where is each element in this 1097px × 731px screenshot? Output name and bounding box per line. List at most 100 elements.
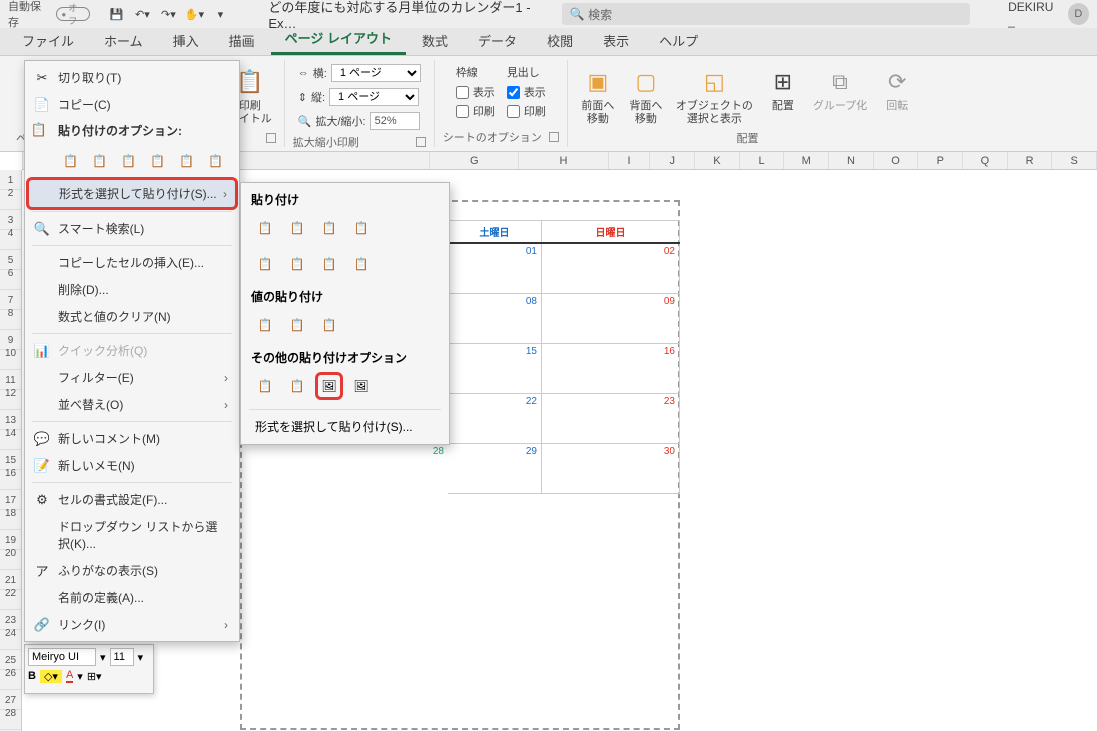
ps-paste-all[interactable]: 📋	[251, 214, 279, 242]
ps-values[interactable]: 📋	[251, 311, 279, 339]
paste-opt-link[interactable]: 📋	[203, 147, 228, 175]
group-button[interactable]: ⧉グループ化	[809, 64, 871, 115]
cm-clear[interactable]: 数式と値のクリア(N)	[28, 303, 236, 330]
tab-view[interactable]: 表示	[589, 26, 643, 55]
ps-other-formatting[interactable]: 📋	[251, 372, 279, 400]
cm-define-name[interactable]: 名前の定義(A)...	[28, 584, 236, 611]
tab-formulas[interactable]: 数式	[408, 26, 462, 55]
qat-more-icon[interactable]: ▾	[210, 4, 230, 24]
mini-font-color-button[interactable]: A	[66, 669, 73, 683]
ps-paste-fx-fmt[interactable]: 📋	[315, 214, 343, 242]
scale-dialog-launcher[interactable]	[416, 137, 426, 147]
page-setup-dialog-launcher[interactable]	[266, 133, 276, 143]
copy-icon: 📄	[34, 97, 50, 113]
chevron-right-icon: ›	[223, 187, 227, 201]
ps-values-label: 値の貼り付け	[245, 284, 445, 309]
cm-cut[interactable]: ✂切り取り(T)	[28, 64, 236, 91]
tab-help[interactable]: ヘルプ	[645, 26, 712, 55]
mini-border-button[interactable]: ⊞▾	[87, 670, 102, 683]
gridlines-view-checkbox[interactable]: 表示	[456, 84, 495, 100]
paste-opt-formulas[interactable]: 📋	[116, 147, 141, 175]
paste-opt-all[interactable]: 📋	[58, 147, 83, 175]
mini-fill-color-button[interactable]: ◇▾	[40, 670, 62, 683]
cm-show-phonetic[interactable]: アふりがなの表示(S)	[28, 557, 236, 584]
bring-forward-button[interactable]: ▣前面へ 移動	[576, 64, 620, 128]
cm-insert-copied[interactable]: コピーしたセルの挿入(E)...	[28, 249, 236, 276]
mini-toolbar: ▾ ▾ B ◇▾ A▾ ⊞▾	[24, 644, 154, 694]
cm-smart-lookup[interactable]: 🔍スマート検索(L)	[28, 215, 236, 242]
cm-format-cells[interactable]: ⚙セルの書式設定(F)...	[28, 486, 236, 513]
tab-review[interactable]: 校閲	[533, 26, 587, 55]
width-select[interactable]: 1 ページ	[331, 64, 421, 82]
paste-opt-transpose[interactable]: 📋	[145, 147, 170, 175]
ribbon-group-sheet-options: 枠線 表示 印刷 見出し 表示 印刷 シートのオプション	[435, 60, 568, 147]
save-icon[interactable]: 💾	[106, 4, 126, 24]
ps-other-link[interactable]: 📋	[283, 372, 311, 400]
paste-opt-formatting[interactable]: 📋	[174, 147, 199, 175]
ps-values-srcfmt[interactable]: 📋	[315, 311, 343, 339]
mini-font-select[interactable]	[28, 648, 96, 666]
mini-bold-button[interactable]: B	[28, 670, 36, 682]
row-headers: 1234567891011121314151617181920212223242…	[0, 170, 22, 731]
headings-print-checkbox[interactable]: 印刷	[507, 103, 546, 119]
title-bar: 自動保存 オフ 💾 ↶▾ ↷▾ ✋▾ ▾ どの年度にも対応する月単位のカレンダー…	[0, 0, 1097, 28]
headings-view-checkbox[interactable]: 表示	[507, 84, 546, 100]
tab-insert[interactable]: 挿入	[159, 26, 213, 55]
cm-quick-analysis: 📊クイック分析(Q)	[28, 337, 236, 364]
calendar-fragment: 土曜日 日曜日 310102070809141516212223282930	[448, 220, 680, 494]
user-info[interactable]: DEKIRU _ D	[1008, 0, 1089, 28]
gridlines-print-checkbox[interactable]: 印刷	[456, 103, 495, 119]
ps-paste-source-fmt[interactable]: 📋	[347, 214, 375, 242]
rotate-button[interactable]: ⟳回転	[875, 64, 919, 115]
redo-icon[interactable]: ↷▾	[158, 4, 178, 24]
send-backward-button[interactable]: ▢背面へ 移動	[624, 64, 668, 128]
tab-data[interactable]: データ	[464, 26, 531, 55]
ps-paste-transpose[interactable]: 📋	[315, 250, 343, 278]
ribbon-tabs: ファイル ホーム 挿入 描画 ページ レイアウト 数式 データ 校閲 表示 ヘル…	[0, 28, 1097, 56]
search-icon: 🔍	[34, 221, 50, 237]
align-button[interactable]: ⊞配置	[761, 64, 805, 115]
note-icon: 📝	[34, 458, 50, 474]
phonetic-icon: ア	[34, 563, 50, 579]
ps-paste-special-item[interactable]: 形式を選択して貼り付け(S)...	[245, 413, 445, 440]
cm-delete[interactable]: 削除(D)...	[28, 276, 236, 303]
ribbon-group-arrange: ▣前面へ 移動 ▢背面へ 移動 ◱オブジェクトの 選択と表示 ⊞配置 ⧉グループ…	[568, 60, 927, 147]
cm-link[interactable]: 🔗リンク(I)›	[28, 611, 236, 638]
tab-home[interactable]: ホーム	[90, 26, 157, 55]
height-select[interactable]: 1 ページ	[329, 88, 419, 106]
mini-size-select[interactable]	[110, 648, 134, 666]
undo-icon[interactable]: ↶▾	[132, 4, 152, 24]
ps-other-linked-picture[interactable]: 🖼	[347, 372, 375, 400]
search-input[interactable]: 🔍 検索	[562, 3, 970, 25]
toggle-off-icon: オフ	[56, 7, 90, 21]
cm-new-note[interactable]: 📝新しいメモ(N)	[28, 452, 236, 479]
cm-paste-options-icons: 📋 📋 📋 📋 📋 📋	[28, 143, 236, 179]
search-icon: 🔍	[570, 7, 585, 21]
ps-paste-formatting[interactable]: 📋	[347, 250, 375, 278]
cm-new-comment[interactable]: 💬新しいコメント(M)	[28, 425, 236, 452]
scale-input[interactable]	[370, 112, 420, 130]
tab-draw[interactable]: 描画	[215, 26, 269, 55]
ps-values-numfmt[interactable]: 📋	[283, 311, 311, 339]
ps-other-picture[interactable]: 🖼	[315, 372, 343, 400]
ps-paste-colwidth[interactable]: 📋	[283, 250, 311, 278]
context-menu: ✂切り取り(T) 📄コピー(C) 📋貼り付けのオプション: 📋 📋 📋 📋 📋 …	[24, 60, 240, 642]
cm-copy[interactable]: 📄コピー(C)	[28, 91, 236, 118]
tab-page-layout[interactable]: ページ レイアウト	[271, 23, 406, 55]
cm-dropdown-pick[interactable]: ドロップダウン リストから選択(K)...	[28, 513, 236, 557]
cm-filter[interactable]: フィルター(E)›	[28, 364, 236, 391]
touch-icon[interactable]: ✋▾	[184, 4, 204, 24]
cm-sort[interactable]: 並べ替え(O)›	[28, 391, 236, 418]
sheet-options-dialog-launcher[interactable]	[549, 132, 559, 142]
paste-opt-values[interactable]: 📋	[87, 147, 112, 175]
link-icon: 🔗	[34, 617, 50, 633]
ps-paste-no-border[interactable]: 📋	[251, 250, 279, 278]
selection-pane-button[interactable]: ◱オブジェクトの 選択と表示	[672, 64, 757, 128]
cm-paste-special[interactable]: 形式を選択して貼り付け(S)...›	[26, 177, 238, 210]
ps-paste-formulas[interactable]: 📋	[283, 214, 311, 242]
avatar: D	[1068, 3, 1089, 25]
tab-file[interactable]: ファイル	[8, 26, 88, 55]
clipboard-icon: 📋	[31, 122, 47, 138]
quick-analysis-icon: 📊	[34, 343, 50, 359]
quick-access-toolbar: 💾 ↶▾ ↷▾ ✋▾ ▾	[106, 4, 230, 24]
